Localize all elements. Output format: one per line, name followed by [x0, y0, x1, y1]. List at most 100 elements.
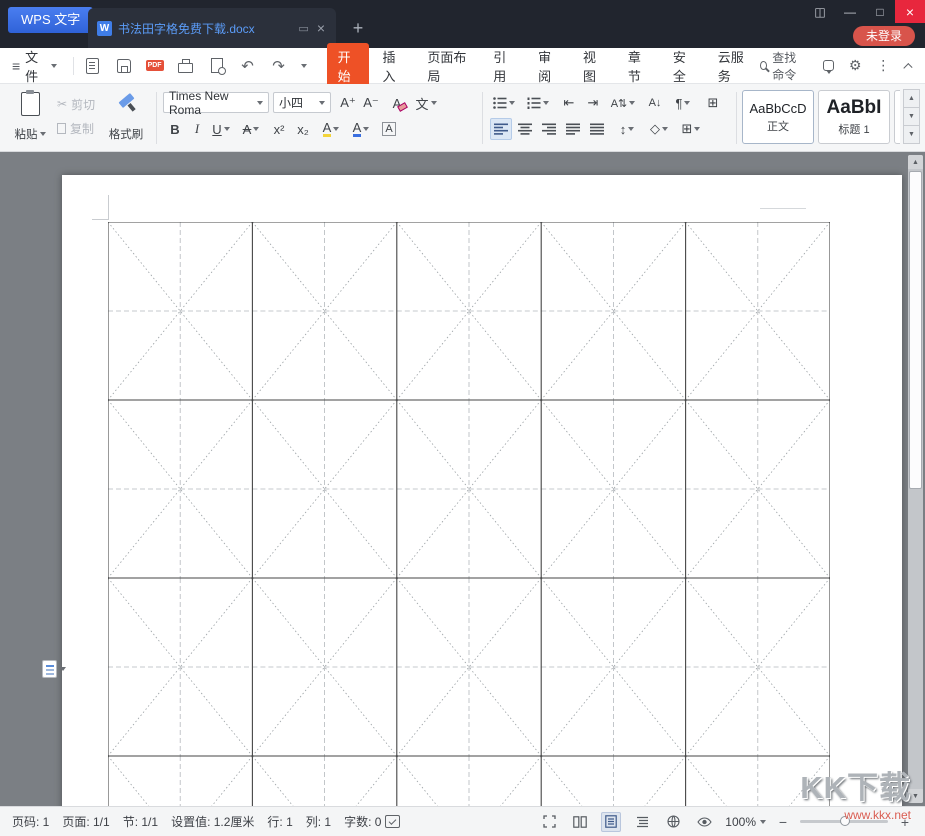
- document-page[interactable]: [62, 175, 902, 806]
- status-item-2[interactable]: 节: 1/1: [123, 813, 158, 830]
- style-card-1[interactable]: AaBbI 标题 1: [818, 90, 890, 144]
- scroll-down-icon[interactable]: ▼: [908, 789, 923, 803]
- document-tab[interactable]: W 书法田字格免费下载.docx ▭ ×: [88, 8, 336, 48]
- format-painter-button[interactable]: 格式刷: [104, 89, 148, 145]
- monitor-icon[interactable]: ▭: [298, 22, 308, 35]
- text-direction-button[interactable]: A⇅: [608, 92, 638, 114]
- status-item-6[interactable]: 字数: 0: [344, 813, 381, 830]
- file-menu[interactable]: ≡ 文件: [0, 47, 67, 85]
- find-command[interactable]: 查找命令: [760, 49, 808, 83]
- justify-button[interactable]: [562, 118, 584, 140]
- underline-button[interactable]: U: [208, 118, 234, 140]
- zoom-slider-thumb[interactable]: [840, 816, 850, 826]
- bold-button[interactable]: B: [164, 118, 186, 140]
- shading-button[interactable]: ◇: [646, 118, 672, 140]
- spellcheck-icon[interactable]: [385, 815, 401, 828]
- login-badge[interactable]: 未登录: [852, 26, 915, 46]
- menu-tab-1[interactable]: 插入: [371, 43, 414, 89]
- fullscreen-button[interactable]: [539, 812, 559, 832]
- export-pdf-button[interactable]: PDF: [145, 57, 164, 75]
- page-view-button[interactable]: [601, 811, 622, 832]
- zoom-in-button[interactable]: +: [899, 814, 911, 830]
- wps-menu-button[interactable]: WPS 文字: [8, 7, 94, 33]
- paste-button[interactable]: 粘贴: [8, 89, 52, 145]
- font-color-button[interactable]: A: [348, 118, 374, 140]
- print-preview-button[interactable]: [208, 57, 226, 75]
- distribute-button[interactable]: [586, 118, 608, 140]
- align-right-icon: [542, 123, 556, 135]
- clear-format-button[interactable]: A: [386, 92, 408, 114]
- cut-button[interactable]: ✂ 剪切: [57, 94, 95, 114]
- char-shading-button[interactable]: A: [378, 118, 400, 140]
- decrease-indent-button[interactable]: ⇤: [558, 92, 580, 114]
- new-tab-button[interactable]: +: [348, 18, 368, 39]
- style-card-2[interactable]: AaBl标题: [894, 90, 900, 144]
- highlight-color-button[interactable]: A: [318, 118, 344, 140]
- superscript-button[interactable]: x²: [268, 118, 290, 140]
- menu-tab-7[interactable]: 安全: [662, 43, 705, 89]
- menu-tab-8[interactable]: 云服务: [707, 43, 760, 89]
- redo-button[interactable]: ↷: [270, 57, 288, 75]
- increase-indent-button[interactable]: ⇥: [582, 92, 604, 114]
- sort-button[interactable]: A↓: [644, 92, 666, 114]
- status-item-3[interactable]: 设置值: 1.2厘米: [171, 813, 254, 830]
- status-item-1[interactable]: 页面: 1/1: [62, 813, 109, 830]
- gallery-down-icon[interactable]: ▼: [903, 107, 920, 126]
- gallery-up-icon[interactable]: ▲: [903, 89, 920, 108]
- scrollbar-thumb[interactable]: [909, 171, 922, 489]
- pinyin-guide-button[interactable]: 文: [412, 92, 440, 114]
- decrease-font-button[interactable]: A⁻: [360, 92, 382, 114]
- collapse-ribbon-icon[interactable]: [903, 62, 913, 72]
- eye-protect-button[interactable]: [694, 812, 714, 832]
- status-item-4[interactable]: 行: 1: [267, 813, 292, 830]
- undo-button[interactable]: ↶: [239, 57, 257, 75]
- copy-button[interactable]: 复制: [57, 118, 94, 138]
- gear-icon[interactable]: ⚙: [849, 57, 862, 74]
- borders-button[interactable]: ⊞: [678, 118, 704, 140]
- font-name-combo[interactable]: Times New Roma: [163, 89, 269, 117]
- subscript-button[interactable]: x₂: [292, 118, 314, 140]
- menu-tab-4[interactable]: 审阅: [527, 43, 570, 89]
- status-item-5[interactable]: 列: 1: [306, 813, 331, 830]
- layout-mode-icon[interactable]: ◫: [805, 0, 835, 23]
- numbered-list-button[interactable]: [524, 92, 552, 114]
- increase-font-button[interactable]: A⁺: [337, 92, 359, 114]
- print-button[interactable]: [177, 57, 195, 75]
- new-document-button[interactable]: [84, 57, 102, 75]
- comment-icon[interactable]: [822, 60, 834, 74]
- menu-tab-5[interactable]: 视图: [572, 43, 615, 89]
- status-item-0[interactable]: 页码: 1: [12, 813, 49, 830]
- tab-close-icon[interactable]: ×: [315, 20, 327, 36]
- style-card-0[interactable]: AaBbCcD 正文: [742, 90, 814, 144]
- more-options-icon[interactable]: ⋮: [876, 57, 890, 74]
- maximize-button[interactable]: □: [865, 0, 895, 23]
- zoom-level[interactable]: 100%: [725, 815, 766, 829]
- two-page-view-button[interactable]: [570, 812, 590, 832]
- menu-tab-2[interactable]: 页面布局: [416, 43, 480, 89]
- gallery-more-icon[interactable]: ▼: [903, 125, 920, 144]
- vertical-scrollbar[interactable]: ▲ ▼: [908, 155, 923, 803]
- bullet-list-button[interactable]: [490, 92, 518, 114]
- floating-tool[interactable]: [42, 660, 66, 678]
- outline-view-button[interactable]: [632, 812, 652, 832]
- menu-tab-0[interactable]: 开始: [326, 42, 370, 89]
- show-marks-button[interactable]: ¶: [670, 92, 696, 114]
- italic-button[interactable]: I: [186, 118, 208, 140]
- align-left-button[interactable]: [490, 118, 512, 140]
- font-size-combo[interactable]: 小四: [273, 92, 331, 113]
- menu-tab-6[interactable]: 章节: [617, 43, 660, 89]
- align-right-button[interactable]: [538, 118, 560, 140]
- minimize-button[interactable]: —: [835, 0, 865, 23]
- save-button[interactable]: [115, 57, 133, 75]
- align-center-button[interactable]: [514, 118, 536, 140]
- close-button[interactable]: ×: [895, 0, 925, 23]
- scroll-up-icon[interactable]: ▲: [908, 155, 923, 169]
- strikethrough-button[interactable]: A: [238, 118, 264, 140]
- tab-grid-button[interactable]: ⊞: [702, 92, 724, 114]
- more-dropdown-icon[interactable]: [300, 63, 307, 68]
- zoom-slider[interactable]: [800, 816, 888, 826]
- line-spacing-button[interactable]: ↕: [614, 118, 640, 140]
- web-view-button[interactable]: [663, 812, 683, 832]
- menu-tab-3[interactable]: 引用: [482, 43, 525, 89]
- zoom-out-button[interactable]: −: [777, 814, 789, 830]
